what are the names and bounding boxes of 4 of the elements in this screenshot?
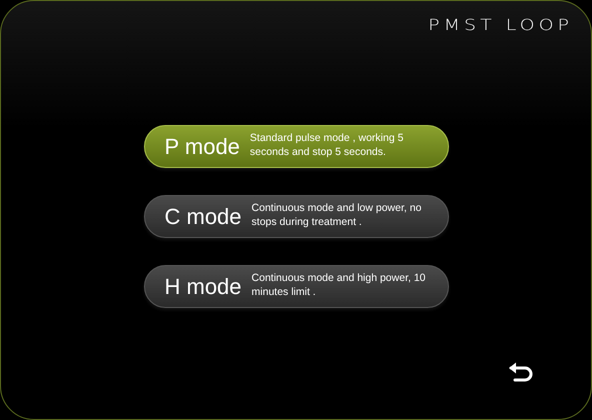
mode-button[interactable]: P mode Standard pulse mode , working 5 seconds and stop 5 seconds. xyxy=(144,124,448,168)
app-logo-title: PMST LOOP xyxy=(428,15,573,36)
mode-button[interactable]: C mode Continuous mode and low power, no stops during treatment . xyxy=(144,194,448,238)
mode-button[interactable]: H mode Continuous mode and high power, 10 minutes limit . xyxy=(144,264,448,308)
